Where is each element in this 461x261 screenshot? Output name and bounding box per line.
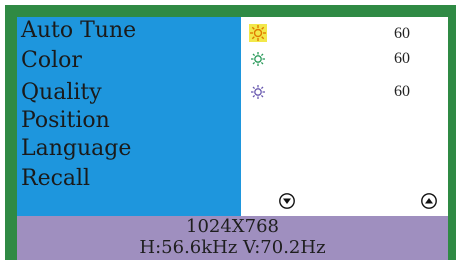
menu-item-quality[interactable]: Quality: [21, 79, 102, 107]
value-panel: 60 60 60: [241, 17, 448, 216]
up-arrow-icon[interactable]: [421, 193, 437, 209]
menu-item-color[interactable]: Color: [21, 47, 82, 75]
quality-value: 60: [394, 83, 410, 100]
auto-tune-value: 60: [394, 25, 410, 42]
sun-outline-icon: [249, 50, 267, 68]
resolution-text: 1024X768: [186, 216, 279, 237]
menu-item-recall[interactable]: Recall: [21, 165, 90, 193]
menu-item-position[interactable]: Position: [21, 107, 110, 135]
color-value: 60: [394, 50, 410, 67]
sun-outline-icon: [249, 83, 267, 101]
osd-window: Auto Tune Color Quality Position Languag…: [5, 5, 456, 260]
status-bar: 1024X768 H:56.6kHz V:70.2Hz: [17, 216, 448, 260]
menu-item-language[interactable]: Language: [21, 135, 131, 163]
frequency-text: H:56.6kHz V:70.2Hz: [139, 237, 326, 258]
osd-menu: Auto Tune Color Quality Position Languag…: [17, 17, 241, 216]
sun-icon: [249, 24, 267, 42]
down-arrow-icon[interactable]: [279, 193, 295, 209]
menu-item-auto-tune[interactable]: Auto Tune: [21, 17, 136, 45]
